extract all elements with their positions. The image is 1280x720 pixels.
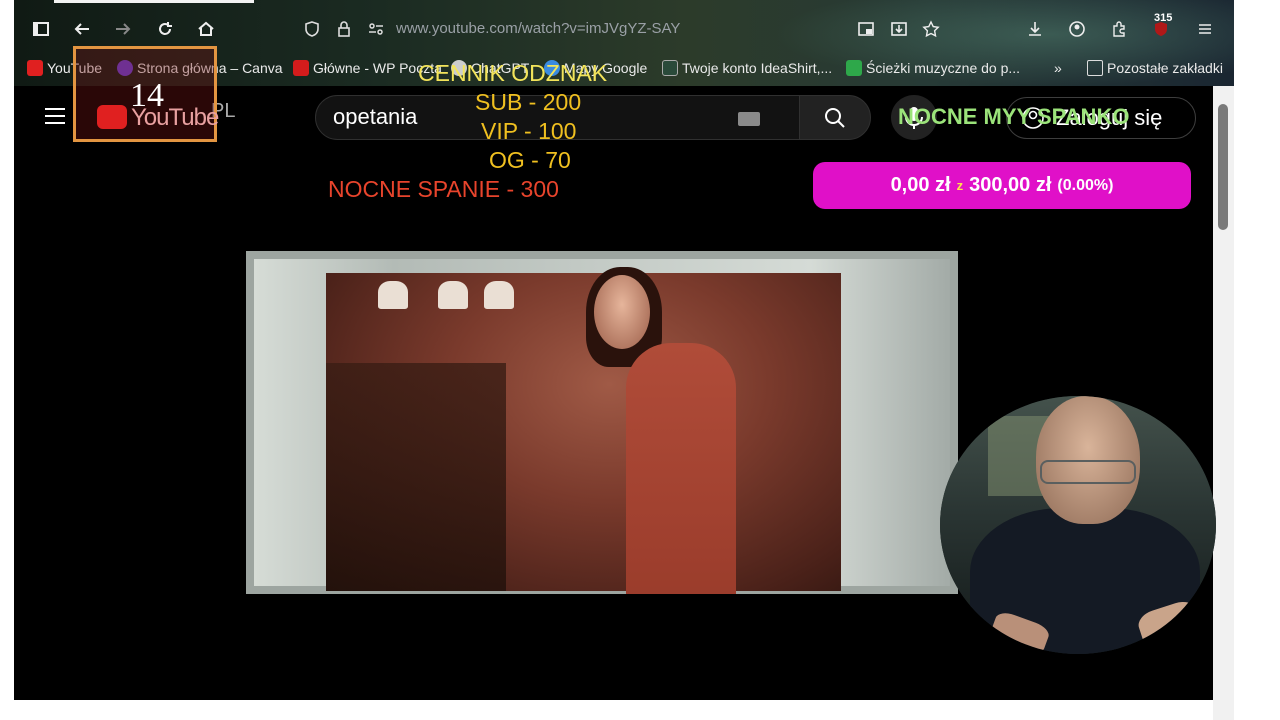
search-query: opetania [333, 104, 418, 129]
url-bar[interactable]: www.youtube.com/watch?v=imJVgYZ-SAY [396, 20, 680, 37]
page-edge-right [1234, 0, 1280, 720]
donation-goal-bar: 0,00 zł z 300,00 zł (0.00%) [813, 162, 1191, 209]
bookmarks-overflow-icon[interactable]: » [1054, 60, 1062, 76]
photo-shadow [326, 363, 506, 591]
price-list-title: CENNIK ODZNAK [418, 60, 608, 86]
price-sub: SUB - 200 [475, 89, 582, 115]
bookmark-label: Twoje konto IdeaShirt,... [682, 60, 833, 76]
other-bookmarks-label: Pozostałe zakładki [1107, 60, 1223, 76]
extensions-icon[interactable] [1104, 14, 1134, 44]
goal-separator: z [956, 178, 964, 193]
goal-current: 0,00 zł [890, 174, 951, 196]
goal-target: 300,00 zł [969, 174, 1052, 196]
price-nocne-spanie: NOCNE SPANIE - 300 [328, 176, 559, 202]
bookmark-label: Ścieżki muzyczne do p... [866, 60, 1021, 76]
bookmark-ideashirt[interactable]: Twoje konto IdeaShirt,... [662, 60, 832, 76]
video-player[interactable] [246, 251, 958, 594]
screen: www.youtube.com/watch?v=imJVgYZ-SAY 315 … [0, 0, 1280, 720]
menu-icon[interactable] [1190, 14, 1220, 44]
page-bottom-area [14, 700, 1213, 720]
picture-in-picture-icon[interactable] [851, 14, 881, 44]
lock-icon[interactable] [329, 14, 359, 44]
price-vip: VIP - 100 [481, 118, 577, 144]
lamp-shade [378, 281, 408, 309]
webcam-glasses [1040, 460, 1136, 484]
youtube-logo-icon[interactable] [97, 105, 127, 129]
bookmark-pixabay[interactable]: Ścieżki muzyczne do p... [846, 60, 1020, 76]
hamburger-menu-icon[interactable] [43, 106, 67, 126]
video-still-photo [326, 267, 841, 594]
bookmark-star-icon[interactable] [916, 14, 946, 44]
downloads-icon[interactable] [1020, 14, 1050, 44]
youtube-icon [27, 60, 43, 76]
ublock-count-badge: 315 [1154, 12, 1173, 24]
account-icon[interactable] [1062, 14, 1092, 44]
search-button[interactable] [799, 95, 871, 140]
reload-icon[interactable] [150, 14, 180, 44]
wp-icon [293, 60, 309, 76]
permissions-icon[interactable] [361, 14, 391, 44]
nocne-spanko-label: NOCNE MYY SPANKO [898, 104, 1130, 129]
active-tab-indicator [54, 0, 254, 3]
search-icon [825, 107, 845, 128]
pixabay-icon [846, 60, 862, 76]
lamp-shade [484, 281, 514, 309]
back-arrow-icon[interactable] [67, 14, 97, 44]
goal-percent: (0.00%) [1057, 176, 1114, 194]
other-bookmarks[interactable]: Pozostałe zakładki [1087, 60, 1223, 76]
figure-body [626, 343, 736, 594]
home-icon[interactable] [191, 14, 221, 44]
figure-head [594, 275, 650, 349]
ideashirt-icon [662, 60, 678, 76]
sidebar-toggle-icon[interactable] [26, 14, 56, 44]
lamp-shade [438, 281, 468, 309]
keyboard-icon[interactable] [738, 112, 760, 126]
streamer-webcam [940, 396, 1216, 654]
scrollbar-thumb[interactable] [1218, 104, 1228, 230]
price-og: OG - 70 [489, 147, 571, 173]
page-edge [0, 0, 14, 720]
save-page-icon[interactable] [884, 14, 914, 44]
youtube-logo-text[interactable]: YouTube [131, 104, 219, 132]
folder-icon [1087, 60, 1103, 76]
forward-arrow-icon[interactable] [108, 14, 138, 44]
shield-icon[interactable] [297, 14, 327, 44]
